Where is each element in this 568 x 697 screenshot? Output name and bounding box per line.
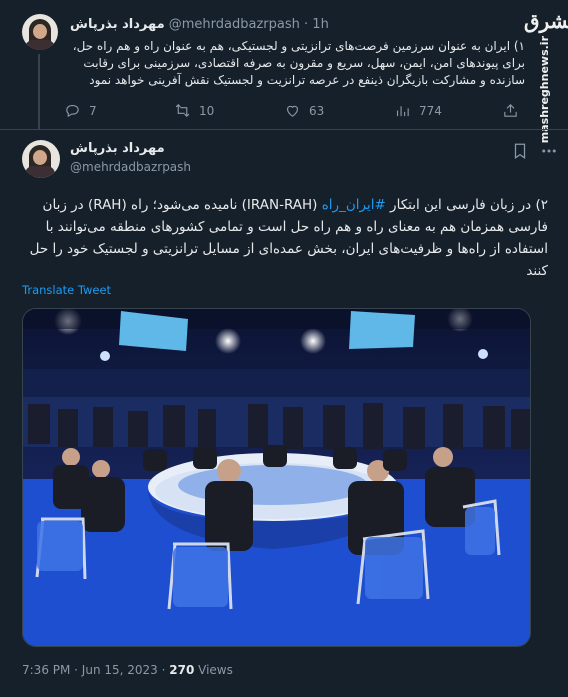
hashtag-link[interactable]: #ایران_راه (322, 197, 386, 213)
views-icon (396, 106, 409, 117)
like-count: 63 (309, 103, 325, 118)
author-name[interactable]: مهرداد بذرپاش (70, 141, 165, 156)
tweet-1-header: مهرداد بذرپاش @mehrdadbazrpash · 1h (70, 17, 329, 32)
more-icon (542, 149, 556, 153)
share-icon (504, 104, 517, 117)
thread-line (38, 54, 40, 130)
share-button[interactable] (502, 102, 519, 119)
reply-button[interactable]: 7 (64, 102, 97, 119)
views-button[interactable]: 774 (394, 102, 442, 119)
tweet-meta: 7:36 PM · Jun 15, 2023 · 270 Views (22, 663, 233, 677)
author-name[interactable]: مهرداد بذرپاش (70, 17, 165, 32)
author-handle[interactable]: @mehrdadbazrpash (169, 17, 300, 32)
like-button[interactable]: 63 (284, 102, 324, 119)
views-label: Views (194, 663, 233, 677)
tweet-1[interactable]: مهرداد بذرپاش @mehrdadbazrpash · 1h ۱) ا… (0, 0, 568, 130)
bookmark-button[interactable] (511, 142, 529, 164)
tweet-2-text: ۲) در زبان فارسی این ابتکار #ایران_راه (… (22, 194, 548, 282)
author-handle[interactable]: @mehrdadbazrpash (70, 160, 191, 174)
bookmark-icon (514, 143, 526, 159)
tweet-time[interactable]: 1h (312, 17, 329, 32)
separator-dot: · (304, 17, 309, 32)
reply-icon (66, 104, 79, 118)
translate-tweet-link[interactable]: Translate Tweet (22, 283, 111, 297)
views-count: 774 (419, 103, 442, 118)
retweet-icon (175, 104, 190, 117)
avatar[interactable] (22, 140, 60, 178)
avatar[interactable] (22, 14, 58, 50)
reply-count: 7 (89, 103, 97, 118)
more-button[interactable] (540, 142, 558, 164)
tweet-timestamp[interactable]: 7:36 PM · Jun 15, 2023 · (22, 663, 169, 677)
retweet-button[interactable]: 10 (174, 102, 214, 119)
tweet-1-actions: 7 10 63 774 (64, 102, 524, 122)
views-count: 270 (169, 663, 195, 677)
retweet-count: 10 (199, 103, 215, 118)
like-icon (286, 105, 299, 117)
tweet-1-text: ۱) ایران به عنوان سرزمین فرصت‌های ترانزی… (72, 39, 525, 87)
tweet-photo[interactable] (22, 308, 531, 647)
tweet-2-text-before: ۲) در زبان فارسی این ابتکار (385, 197, 548, 213)
